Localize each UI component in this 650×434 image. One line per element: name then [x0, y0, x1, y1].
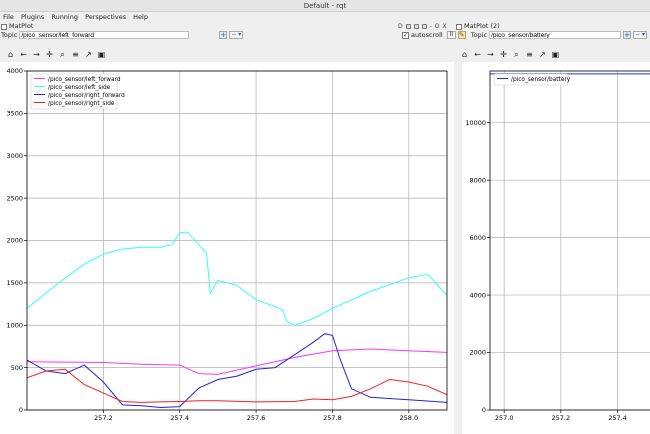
forward-icon[interactable]: → [32, 50, 41, 59]
legend-label-left-forward: /pico_sensor/left_forward [48, 77, 121, 83]
settings-icon[interactable] [421, 24, 427, 29]
y-tick-label: 10000 [465, 119, 486, 127]
right-remove-topic-button[interactable]: − ▾ [633, 31, 648, 39]
legend-label-left-side: /pico_sensor/left_side [48, 85, 111, 91]
left-plot-toolbar: ⌂ ← → ✛ ⌕ ≡ ↗ ▣ [6, 49, 106, 60]
y-tick-label: 6000 [469, 234, 486, 242]
window-title: Default - rqt [303, 2, 347, 10]
legend-label-battery: /pico_sensor/battery [511, 77, 571, 83]
y-tick-label: 1500 [6, 279, 23, 287]
y-tick-label: 3500 [6, 110, 23, 118]
y-tick-label: 2000 [469, 349, 486, 357]
right-plot-canvas[interactable]: 257.0 257.2 257.4 0 2000 4000 6000 8000 10000/pi… [462, 62, 650, 434]
forward-icon[interactable]: → [486, 50, 495, 59]
panel-icon [1, 23, 7, 30]
reload-icon[interactable] [405, 24, 411, 29]
dock-d-button[interactable]: D [398, 23, 403, 30]
x-tick-label: 257.2 [552, 414, 571, 422]
left-topic-label: Topic [1, 31, 18, 39]
pause-button[interactable]: II [446, 31, 456, 39]
x-tick-label: 257.0 [495, 414, 514, 422]
subplots-icon[interactable]: ≡ [71, 50, 80, 59]
back-icon[interactable]: ← [473, 50, 482, 59]
home-icon[interactable]: ⌂ [460, 50, 469, 59]
legend-label-right-side: /pico_sensor/right_side [48, 101, 115, 107]
y-tick-label: 2000 [6, 237, 23, 245]
right-topic-row: ✓ autoscroll II ✎ Topic + − ▾ [402, 30, 648, 40]
y-tick-label: 8000 [469, 176, 486, 184]
x-tick-label: 257.8 [323, 414, 342, 422]
zoom-icon[interactable]: ⌕ [58, 50, 67, 60]
home-icon[interactable]: ⌂ [6, 50, 15, 59]
y-tick-label: 0 [19, 406, 23, 414]
y-tick-label: 500 [11, 364, 23, 372]
panel-icon [456, 23, 462, 30]
help-icon[interactable] [413, 24, 419, 29]
pan-icon[interactable]: ✛ [499, 50, 508, 59]
x-tick-label: 257.4 [608, 414, 627, 422]
right-plot-toolbar: ⌂ ← → ✛ ⌕ ≡ ↗ ▣ [460, 49, 560, 60]
menu-bar: File Plugins Running Perspectives Help [0, 12, 650, 22]
legend-label-right-forward: /pico_sensor/right_forward [48, 93, 125, 99]
menu-running[interactable]: Running [48, 12, 80, 22]
left-topic-input[interactable] [19, 31, 190, 39]
pan-icon[interactable]: ✛ [45, 50, 54, 59]
clear-button[interactable]: ✎ [457, 31, 466, 39]
y-tick-label: 4000 [469, 291, 486, 299]
zoom-icon[interactable]: ⌕ [512, 50, 521, 60]
minimize-button[interactable]: - [430, 23, 432, 30]
left-topic-row: Topic + − ▾ [1, 30, 244, 40]
x-tick-label: 258.0 [400, 414, 419, 422]
right-add-topic-button[interactable]: + [623, 31, 632, 39]
close-button[interactable]: X [443, 23, 447, 30]
right-topic-input[interactable] [489, 31, 622, 39]
window-titlebar: Default - rqt [0, 0, 650, 12]
autoscroll-checkbox[interactable]: ✓ [402, 31, 409, 39]
float-button[interactable]: O [435, 23, 440, 30]
axes-background [490, 71, 650, 410]
menu-help[interactable]: Help [130, 12, 150, 22]
left-plot-canvas[interactable]: 257.2 257.4 257.6 257.8 258.0 0 500 1000 1500 200… [0, 62, 454, 434]
y-tick-label: 4000 [6, 67, 23, 75]
right-topic-label: Topic [470, 31, 488, 39]
y-tick-label: 0 [482, 406, 486, 414]
back-icon[interactable]: ← [19, 50, 28, 59]
y-tick-label: 3000 [6, 152, 23, 160]
x-tick-label: 257.4 [170, 414, 189, 422]
menu-perspectives[interactable]: Perspectives [82, 12, 128, 22]
x-tick-label: 257.2 [94, 414, 113, 422]
x-tick-label: 257.6 [247, 414, 266, 422]
subplots-icon[interactable]: ≡ [525, 50, 534, 59]
y-tick-label: 2500 [6, 194, 23, 202]
menu-plugins[interactable]: Plugins [18, 12, 46, 22]
menu-file[interactable]: File [0, 12, 16, 22]
autoscroll-label: autoscroll [411, 31, 443, 39]
save-icon[interactable]: ▣ [97, 50, 106, 59]
curves-icon[interactable]: ↗ [84, 50, 93, 59]
save-icon[interactable]: ▣ [551, 50, 560, 59]
curves-icon[interactable]: ↗ [538, 50, 547, 59]
y-tick-label: 1000 [6, 321, 23, 329]
left-add-topic-button[interactable]: + [219, 31, 228, 39]
left-remove-topic-button[interactable]: − ▾ [229, 31, 244, 39]
